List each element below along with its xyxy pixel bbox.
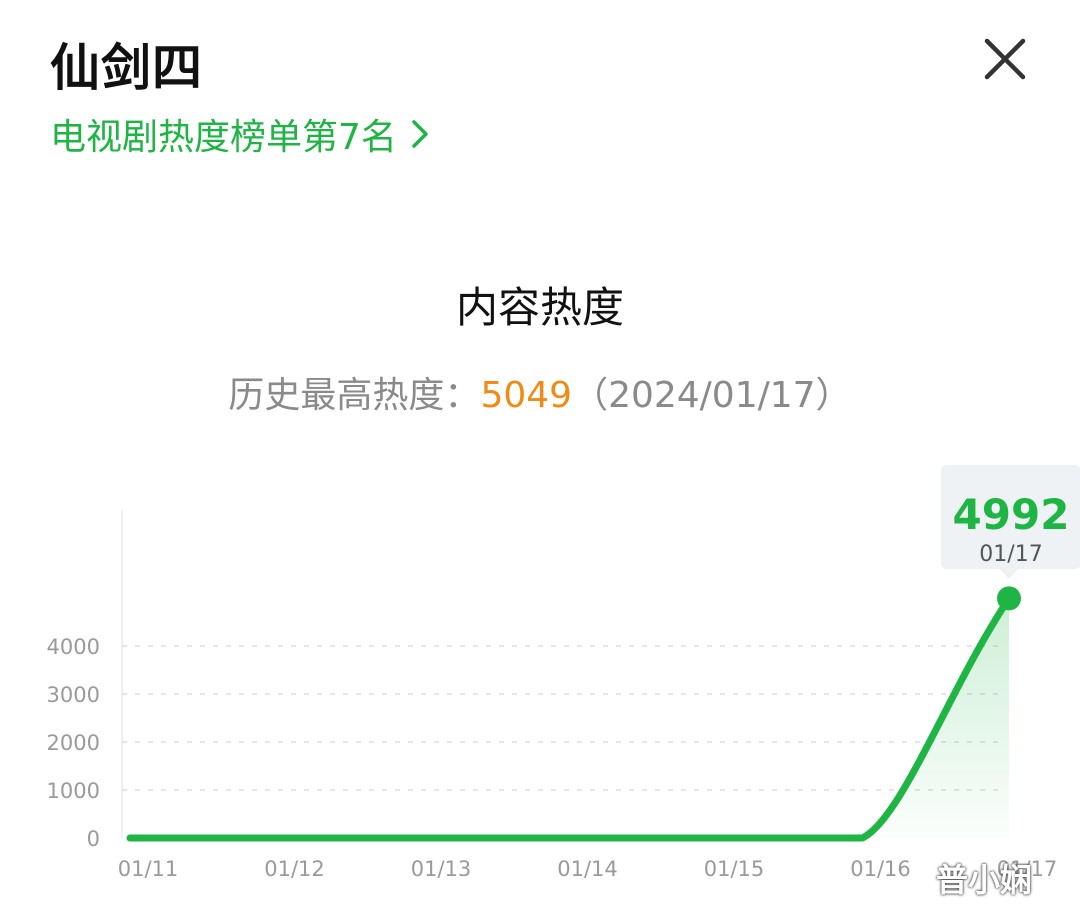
x-tick-label: 01/16 — [850, 857, 911, 881]
tooltip-arrow — [1000, 569, 1018, 579]
chevron-right-icon — [412, 120, 428, 148]
x-tick-label: 01/12 — [264, 857, 325, 881]
y-tick-label: 0 — [87, 827, 100, 851]
x-tick-label: 01/11 — [118, 857, 179, 881]
peak-heat: 历史最高热度：5049（2024/01/17） — [0, 366, 1080, 418]
ranking-link[interactable]: 电视剧热度榜单第7名 — [50, 108, 433, 160]
x-tick-label: 01/15 — [704, 857, 765, 881]
tooltip-date: 01/17 — [979, 542, 1042, 567]
peak-date: （2024/01/17） — [572, 375, 852, 416]
peak-label: 历史最高热度： — [228, 375, 481, 416]
ranking-link-label: 电视剧热度榜单第7名 — [50, 117, 397, 158]
y-tick-label: 2000 — [47, 731, 100, 755]
series-line — [126, 594, 1013, 842]
y-tick-label: 4000 — [47, 635, 100, 659]
y-tick-label: 1000 — [47, 779, 100, 803]
tooltip-value: 4992 — [953, 490, 1070, 539]
y-tick-label: 3000 — [47, 683, 100, 707]
page-title: 仙剑四 — [50, 39, 203, 97]
close-icon[interactable] — [978, 32, 1032, 86]
data-point-marker — [997, 586, 1021, 611]
heat-chart: 0 1000 2000 3000 4000 01/11 01/12 01/13 01/14 01/… — [47, 465, 1080, 881]
x-tick-label: 01/13 — [411, 857, 472, 881]
peak-value: 5049 — [480, 375, 573, 416]
x-tick-label: 01/14 — [557, 857, 618, 881]
section-title: 内容热度 — [455, 283, 624, 332]
watermark: 普小娴 — [936, 861, 1033, 899]
